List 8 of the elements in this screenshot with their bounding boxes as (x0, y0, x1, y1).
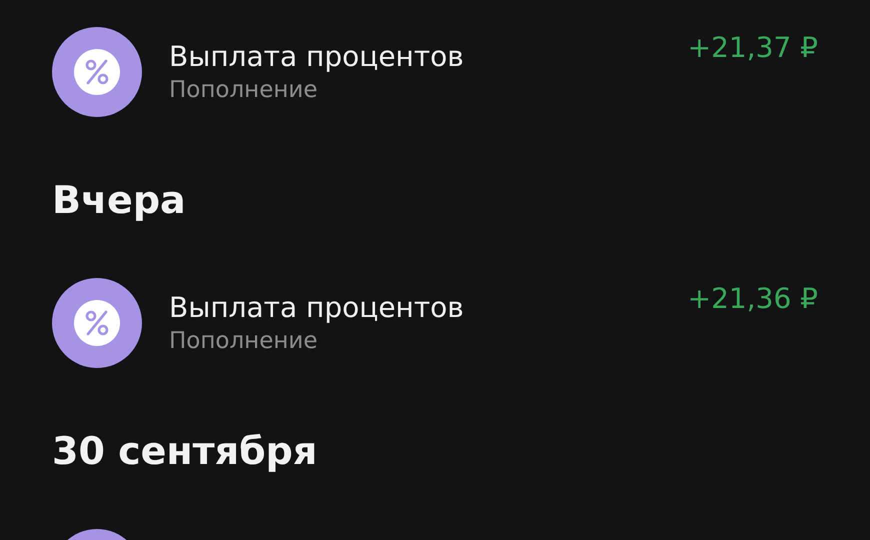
transaction-amount: +21,37 ₽ (688, 31, 818, 64)
transaction-title: Выплата процентов (169, 290, 464, 326)
transaction-type: Пополнение (169, 76, 318, 105)
date-heading: 30 сентября (52, 428, 318, 475)
date-heading: Вчера (52, 177, 186, 224)
transaction-title: Выплата процентов (169, 39, 464, 75)
transaction-type: Пополнение (169, 327, 318, 356)
transaction-amount: +21,36 ₽ (688, 282, 818, 315)
